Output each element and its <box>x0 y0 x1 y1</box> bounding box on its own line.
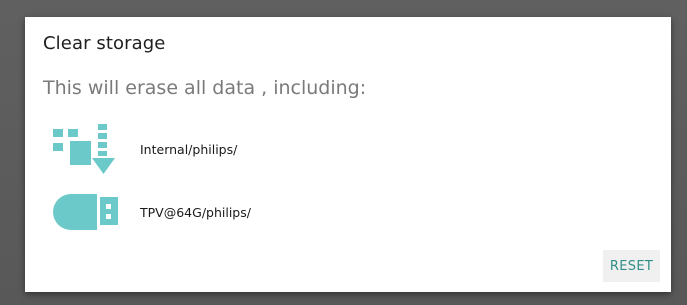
internal-storage-icon <box>53 124 119 174</box>
dialog-message: This will erase all data , including: <box>43 77 367 99</box>
item-label: TPV@64G/philips/ <box>140 204 251 220</box>
list-item-usb-storage: TPV@64G/philips/ <box>53 187 433 237</box>
dialog-title: Clear storage <box>43 33 166 54</box>
reset-button[interactable]: RESET <box>603 250 660 282</box>
list-item-internal-storage: Internal/philips/ <box>53 124 433 174</box>
usb-drive-icon <box>53 187 119 237</box>
item-label: Internal/philips/ <box>140 141 238 157</box>
clear-storage-dialog: Clear storage This will erase all data ,… <box>25 17 671 292</box>
